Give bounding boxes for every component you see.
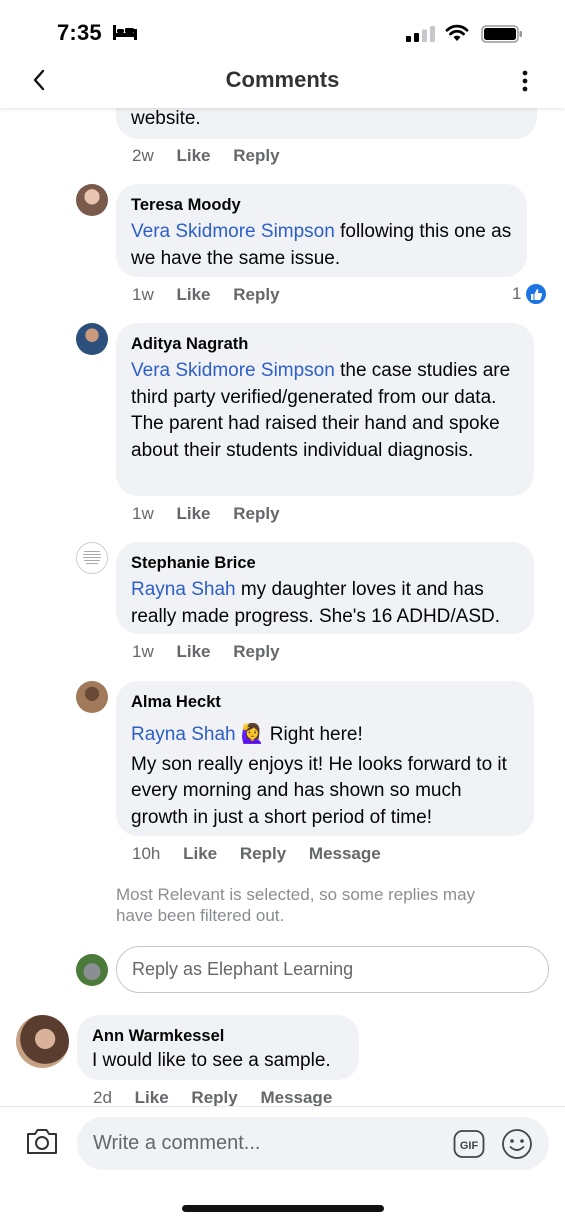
comment-text-line: Right here! bbox=[264, 724, 363, 745]
mention-link[interactable]: Vera Skidmore Simpson bbox=[131, 360, 335, 381]
comment-text: I would like to see a sample. bbox=[92, 1050, 331, 1071]
reply-button[interactable]: Reply bbox=[240, 844, 286, 864]
comment-bubble: Ann Warmkessel I would like to see a sam… bbox=[77, 1015, 359, 1080]
battery-icon bbox=[481, 25, 522, 43]
thumbs-up-icon bbox=[525, 283, 548, 305]
commenter-name[interactable]: Ann Warmkessel bbox=[92, 1025, 344, 1047]
emoji-icon[interactable] bbox=[501, 1128, 533, 1160]
mention-link[interactable]: Rayna Shah bbox=[131, 579, 236, 600]
comment-bubble: Aditya Nagrath Vera Skidmore Simpson the… bbox=[116, 323, 534, 496]
comment-bubble: Stephanie Brice Rayna Shah my daughter l… bbox=[116, 542, 534, 634]
like-button[interactable]: Like bbox=[135, 1088, 169, 1106]
commenter-name[interactable]: Alma Heckt bbox=[131, 691, 519, 713]
more-options-icon[interactable] bbox=[515, 68, 535, 94]
status-bar: 7:35 bbox=[0, 0, 565, 52]
comment-actions: 1w Like Reply bbox=[132, 504, 298, 524]
like-button[interactable]: Like bbox=[176, 146, 210, 166]
comment-actions: 1w Like Reply bbox=[132, 642, 298, 662]
svg-text:GIF: GIF bbox=[460, 1140, 479, 1152]
commenter-name[interactable]: Teresa Moody bbox=[131, 194, 512, 216]
avatar[interactable] bbox=[76, 542, 108, 574]
like-button[interactable]: Like bbox=[176, 642, 210, 662]
header: Comments bbox=[0, 52, 565, 108]
comment-time: 10h bbox=[132, 844, 161, 863]
mention-link[interactable]: Rayna Shah bbox=[131, 724, 236, 745]
comment-time: 1w bbox=[132, 504, 154, 523]
avatar[interactable] bbox=[76, 323, 108, 355]
message-button[interactable]: Message bbox=[260, 1088, 332, 1106]
comment-actions: 1w Like Reply bbox=[132, 285, 298, 305]
comment-placeholder: Write a comment... bbox=[93, 1132, 261, 1154]
commenter-name[interactable]: Stephanie Brice bbox=[131, 552, 519, 574]
comment-time: 1w bbox=[132, 642, 154, 661]
page-title: Comments bbox=[225, 67, 340, 92]
comment-actions: 10h Like Reply Message bbox=[132, 844, 399, 864]
comment-time: 2w bbox=[132, 146, 154, 165]
raising-hand-emoji-icon: 🙋‍♀️ bbox=[240, 724, 265, 745]
gif-icon[interactable]: GIF bbox=[453, 1129, 485, 1159]
reaction-summary[interactable]: 1 bbox=[512, 283, 548, 305]
bed-icon bbox=[113, 25, 137, 40]
page-avatar bbox=[76, 954, 108, 986]
filter-note: Most Relevant is selected, so some repli… bbox=[116, 885, 476, 925]
cellular-signal-icon bbox=[406, 26, 435, 42]
avatar[interactable] bbox=[76, 184, 108, 216]
reply-button[interactable]: Reply bbox=[233, 504, 279, 524]
comment-text: website. bbox=[131, 108, 201, 129]
mention-link[interactable]: Vera Skidmore Simpson bbox=[131, 221, 335, 242]
comment-composer: Write a comment... GIF bbox=[0, 1106, 565, 1222]
like-button[interactable]: Like bbox=[176, 285, 210, 305]
document-thumbnail-icon bbox=[83, 551, 101, 564]
comment-time: 2d bbox=[93, 1088, 112, 1106]
status-time: 7:35 bbox=[57, 20, 102, 45]
camera-icon[interactable] bbox=[25, 1126, 59, 1156]
reaction-count: 1 bbox=[512, 284, 522, 303]
reply-button[interactable]: Reply bbox=[233, 642, 279, 662]
comment-actions: 2w Like Reply bbox=[132, 146, 298, 166]
wifi-icon bbox=[445, 24, 469, 41]
reply-button[interactable]: Reply bbox=[191, 1088, 237, 1106]
comment-input[interactable]: Write a comment... GIF bbox=[77, 1117, 549, 1170]
like-button[interactable]: Like bbox=[183, 844, 217, 864]
comment-text: My son really enjoys it! He looks forwar… bbox=[131, 753, 507, 828]
message-button[interactable]: Message bbox=[309, 844, 381, 864]
reply-input[interactable]: Reply as Elephant Learning bbox=[116, 946, 549, 993]
comment-bubble: Alma Heckt Rayna Shah 🙋‍♀️ Right here! M… bbox=[116, 681, 534, 836]
comment-bubble: Teresa Moody Vera Skidmore Simpson follo… bbox=[116, 184, 527, 277]
comments-feed[interactable]: website. 2w Like Reply Teresa Moody Vera… bbox=[0, 108, 565, 1106]
reply-button[interactable]: Reply bbox=[233, 146, 279, 166]
reply-button[interactable]: Reply bbox=[233, 285, 279, 305]
commenter-name[interactable]: Aditya Nagrath bbox=[131, 333, 519, 355]
reply-placeholder: Reply as Elephant Learning bbox=[132, 959, 354, 979]
avatar[interactable] bbox=[16, 1015, 69, 1068]
like-button[interactable]: Like bbox=[176, 504, 210, 524]
comment-bubble: website. bbox=[116, 108, 537, 139]
avatar[interactable] bbox=[76, 681, 108, 713]
comment-time: 1w bbox=[132, 285, 154, 304]
home-indicator[interactable] bbox=[182, 1205, 384, 1212]
comment-actions: 2d Like Reply Message bbox=[93, 1088, 350, 1106]
